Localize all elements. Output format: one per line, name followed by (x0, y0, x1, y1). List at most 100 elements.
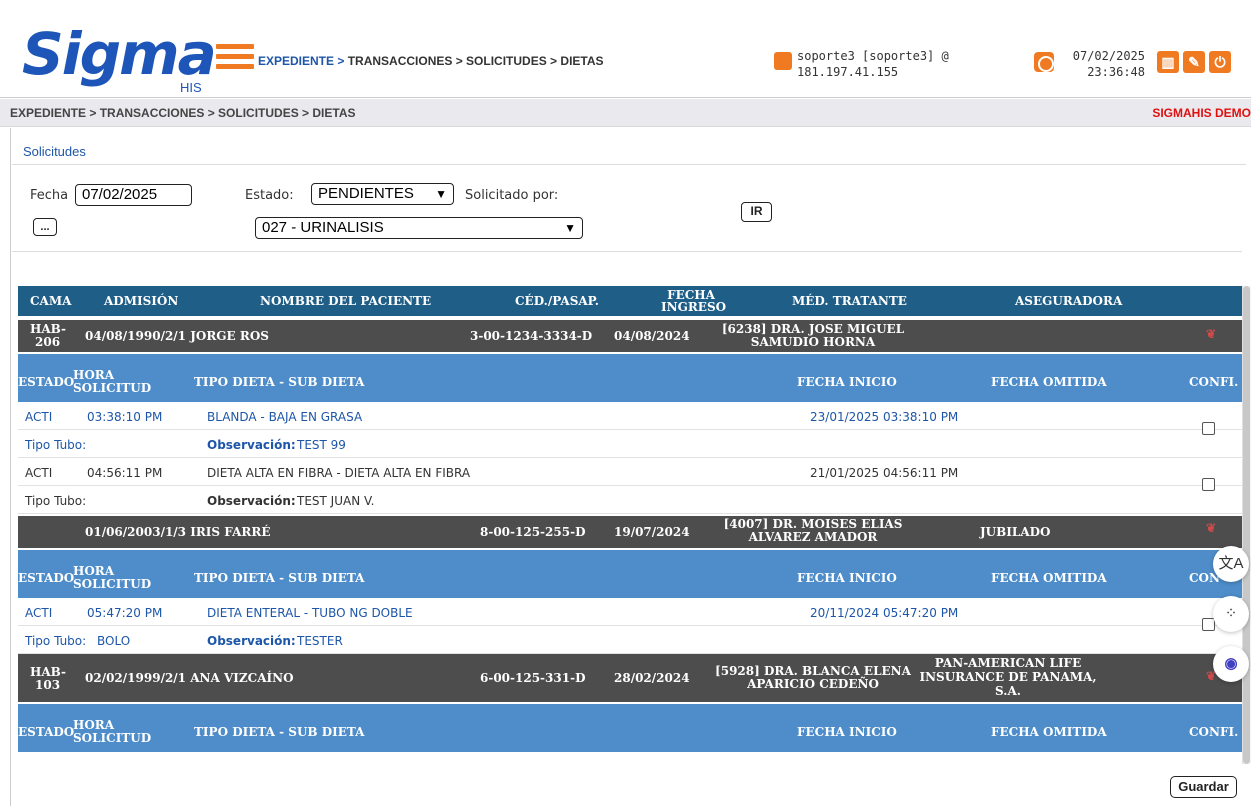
estado-value: ACTI (25, 410, 53, 424)
aseguradora: JUBILADO (980, 525, 1051, 539)
environment-badge: SIGMAHIS DEMO (1152, 106, 1251, 120)
section-title[interactable]: Solicitudes (23, 144, 86, 159)
observacion-label: Observación: (207, 494, 296, 508)
diet-row[interactable]: ACTI 03:38:10 PM BLANDA - BAJA EN GRASA … (18, 402, 1242, 430)
aseguradora-1: PAN-AMERICAN LIFE (934, 656, 1082, 670)
favorite-icon[interactable]: ❦ (1206, 522, 1216, 535)
observacion-label: Observación: (207, 634, 296, 648)
confirm-checkbox[interactable] (1202, 478, 1215, 491)
patient-row[interactable]: 01/06/2003/1/3 IRIS FARRÉ 8-00-125-255-D… (18, 516, 1242, 548)
sigma-logo[interactable]: Sigma (22, 24, 217, 84)
favorite-icon[interactable]: ❦ (1206, 328, 1216, 341)
grid-header: CAMA ADMISIÓN NOMBRE DEL PACIENTE CÉD./P… (18, 286, 1242, 316)
fecha-inicio-value: 20/11/2024 05:47:20 PM (810, 606, 959, 620)
sub-breadcrumb-bar: EXPEDIENTE > TRANSACCIONES > SOLICITUDES… (0, 99, 1251, 127)
sub-col-fecha-inicio: FECHA INICIO (797, 571, 897, 585)
sub-col-tipo: TIPO DIETA - SUB DIETA (194, 571, 365, 585)
col-cama: CAMA (30, 294, 72, 308)
aseguradora-3: S.A. (995, 684, 1021, 698)
patient-row[interactable]: HAB- 103 02/02/1999/2/1 ANA VIZCAÍNO 6-0… (18, 654, 1242, 702)
divider (12, 251, 1242, 252)
fecha-ingreso: 19/07/2024 (614, 525, 690, 539)
col-medico: MÉD. TRATANTE (792, 294, 907, 308)
diet-row[interactable]: ACTI 04:56:11 PM DIETA ALTA EN FIBRA - D… (18, 458, 1242, 486)
estado-label: Estado: (245, 188, 294, 203)
power-icon[interactable]: ⏻ (1209, 51, 1231, 73)
col-fecha-ingreso-2: INGRESO (661, 300, 727, 314)
current-date: 07/02/2025 (1072, 49, 1145, 63)
sub-col-hora-2: SOLICITUD (73, 381, 152, 395)
cama-2: 103 (35, 678, 61, 692)
medico-2: APARICIO CEDEÑO (747, 677, 879, 691)
col-aseguradora: ASEGURADORA (1015, 294, 1123, 308)
sub-col-estado: ESTADO (18, 725, 75, 739)
hora-value: 05:47:20 PM (87, 606, 163, 620)
tools-icon[interactable]: ✎ (1183, 51, 1205, 73)
fecha-input[interactable]: 07/02/2025 (75, 184, 192, 206)
solicitado-label: Solicitado por: (465, 188, 559, 203)
tipo-value: DIETA ALTA EN FIBRA - DIETA ALTA EN FIBR… (207, 466, 471, 480)
diet-detail-row: Tipo Tubo: Observación: TEST JUAN V. (18, 486, 1242, 514)
col-fecha-ingreso: FECHA INGRESO (661, 289, 727, 314)
user-icon[interactable] (774, 52, 792, 70)
reports-icon[interactable]: ▥ (1157, 51, 1179, 73)
sub-col-estado: ESTADO (18, 571, 75, 585)
save-button[interactable]: Guardar (1170, 776, 1237, 798)
user-name: soporte3 [soporte3] @ (797, 49, 949, 63)
hora-value: 04:56:11 PM (87, 466, 163, 480)
cedula: 8-00-125-255-D (480, 525, 586, 539)
admision-nombre: 04/08/1990/2/1 JORGE ROS (85, 329, 269, 343)
sub-col-hora-1: HORA (73, 564, 115, 578)
user-info: soporte3 [soporte3] @ 181.197.41.155 (797, 48, 949, 80)
app-header: Sigma HIS EXPEDIENTE > TRANSACCIONES > S… (0, 0, 1251, 98)
sub-header-row: ESTADO HORA SOLICITUD TIPO DIETA - SUB D… (18, 704, 1242, 752)
sub-col-hora-1: HORA (73, 368, 115, 382)
estado-value: ACTI (25, 606, 53, 620)
dietas-grid: CAMA ADMISIÓN NOMBRE DEL PACIENTE CÉD./P… (18, 286, 1242, 764)
admision-nombre: 01/06/2003/1/3 IRIS FARRÉ (85, 525, 271, 539)
patient-row[interactable]: HAB- 206 04/08/1990/2/1 JORGE ROS 3-00-1… (18, 320, 1242, 352)
estado-select[interactable]: PENDIENTES ▼ (311, 183, 454, 205)
assistant-icon[interactable]: ◉ (1213, 646, 1249, 682)
sub-col-fecha-inicio: FECHA INICIO (797, 725, 897, 739)
solicitado-value: 027 - URINALISIS (262, 219, 384, 236)
fecha-inicio-value: 23/01/2025 03:38:10 PM (810, 410, 959, 424)
diet-detail-row: Tipo Tubo: Observación: TEST 99 (18, 430, 1242, 458)
scrollbar-thumb[interactable] (1243, 286, 1250, 764)
col-nombre: NOMBRE DEL PACIENTE (260, 294, 432, 308)
date-picker-button[interactable]: ... (33, 218, 57, 236)
content-border (10, 128, 11, 806)
user-ip: 181.197.41.155 (797, 65, 899, 79)
sub-col-fecha-omitida: FECHA OMITIDA (991, 375, 1107, 389)
menu-icon[interactable] (216, 44, 254, 72)
tipo-tubo-label: Tipo Tubo: (25, 494, 87, 508)
solicitado-select[interactable]: 027 - URINALISIS ▼ (255, 217, 583, 239)
fecha-label: Fecha (30, 188, 69, 203)
estado-value: PENDIENTES (318, 185, 414, 202)
sub-col-tipo: TIPO DIETA - SUB DIETA (194, 725, 365, 739)
diet-detail-row: Tipo Tubo: BOLO Observación: TESTER (18, 626, 1242, 654)
sub-col-confirm: CONFI. (1189, 375, 1239, 389)
sub-col-fecha-inicio: FECHA INICIO (797, 375, 897, 389)
ir-button[interactable]: IR (741, 202, 772, 222)
header-breadcrumb: EXPEDIENTE > TRANSACCIONES > SOLICITUDES… (258, 54, 604, 68)
sub-header-row: ESTADO HORA SOLICITUD TIPO DIETA - SUB D… (18, 354, 1242, 402)
medico-2: ALVAREZ AMADOR (748, 530, 878, 544)
col-ced: CÉD./PASAP. (515, 294, 599, 308)
diet-row[interactable]: ACTI 05:47:20 PM DIETA ENTERAL - TUBO NG… (18, 598, 1242, 626)
clock-icon (1034, 52, 1054, 72)
aseguradora-2: INSURANCE DE PANAMA, (919, 670, 1097, 684)
current-time: 23:36:48 (1087, 65, 1145, 79)
translate-icon[interactable]: 文A (1213, 546, 1249, 582)
estado-value: ACTI (25, 466, 53, 480)
breadcrumb-rest: TRANSACCIONES > SOLICITUDES > DIETAS (347, 54, 604, 68)
fecha-inicio-value: 21/01/2025 04:56:11 PM (810, 466, 959, 480)
observacion-label: Observación: (207, 438, 296, 452)
confirm-checkbox[interactable] (1202, 422, 1215, 435)
tipo-value: BLANDA - BAJA EN GRASA (207, 410, 363, 424)
sub-col-fecha-omitida: FECHA OMITIDA (991, 725, 1107, 739)
sub-col-hora-2: SOLICITUD (73, 577, 152, 591)
observacion-value: TEST 99 (297, 438, 346, 452)
apps-icon[interactable]: ⁘ (1213, 596, 1249, 632)
tipo-tubo-label: Tipo Tubo: (25, 438, 87, 452)
